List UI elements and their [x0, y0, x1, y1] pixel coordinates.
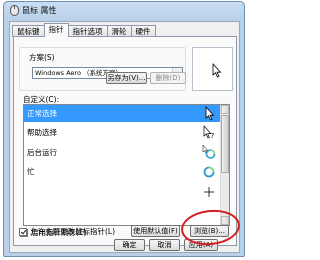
list-item[interactable] — [24, 183, 222, 200]
busy-cursor-icon — [203, 166, 215, 178]
list-item-label: 后台运行 — [27, 148, 57, 157]
theme-checkbox[interactable] — [19, 227, 27, 236]
theme-label: 允许主题更改鼠标指针(L) — [30, 227, 116, 236]
help-cursor-icon: ? — [203, 125, 215, 140]
cursor-preview — [192, 47, 233, 91]
theme-option[interactable]: 允许主题更改鼠标指针(L) — [19, 226, 115, 237]
scheme-label: 方案(S) — [28, 52, 56, 63]
list-item-label: 帮助选择 — [27, 128, 57, 137]
arrow-cursor-icon — [212, 62, 222, 78]
list-item[interactable]: 帮助选择 ? — [24, 124, 222, 141]
precision-cursor-icon — [204, 187, 214, 197]
title-bar[interactable]: 鼠标 属性 — [4, 2, 244, 18]
delete-button[interactable]: 删除(D) — [150, 72, 186, 84]
ok-button[interactable]: 确定 — [114, 239, 145, 251]
scroll-up-icon[interactable] — [221, 105, 229, 114]
scrollbar-thumb[interactable] — [221, 115, 229, 173]
list-item[interactable]: 正常选择 — [24, 105, 222, 122]
svg-text:?: ? — [211, 132, 215, 140]
browse-button[interactable]: 浏览(B)... — [190, 225, 229, 237]
list-item-label: 忙 — [27, 167, 35, 176]
mouse-icon — [10, 5, 19, 16]
scroll-down-icon[interactable] — [221, 216, 229, 225]
window-title: 鼠标 属性 — [22, 6, 57, 15]
arrow-cursor-icon — [205, 106, 215, 121]
save-as-button[interactable]: 另存为(V)... — [106, 72, 147, 84]
cursor-list[interactable]: 正常选择 帮助选择 ? 后台运行 忙 — [23, 104, 230, 226]
use-default-button[interactable]: 使用默认值(F) — [131, 225, 180, 237]
cancel-button[interactable]: 取消 — [149, 239, 180, 251]
tab-pointers[interactable]: 指针 — [43, 23, 69, 37]
mouse-properties-window: 鼠标 属性 鼠标键 指针 指针选项 滑轮 硬件 方案(S) Windows Ae… — [3, 1, 245, 257]
dialog-client: 鼠标键 指针 指针选项 滑轮 硬件 方案(S) Windows Aero （系统… — [9, 21, 242, 253]
working-cursor-icon — [202, 145, 216, 159]
pointers-panel: 方案(S) Windows Aero （系统方案） 自定义(C): 正常选择 帮… — [13, 36, 237, 246]
list-item[interactable]: 忙 — [24, 163, 222, 180]
list-item[interactable]: 后台运行 — [24, 144, 222, 161]
apply-button[interactable]: 应用(A) — [184, 239, 218, 251]
list-scrollbar[interactable] — [220, 105, 229, 225]
list-item-label: 正常选择 — [27, 109, 57, 118]
scheme-group: 方案(S) Windows Aero （系统方案） — [19, 47, 186, 91]
